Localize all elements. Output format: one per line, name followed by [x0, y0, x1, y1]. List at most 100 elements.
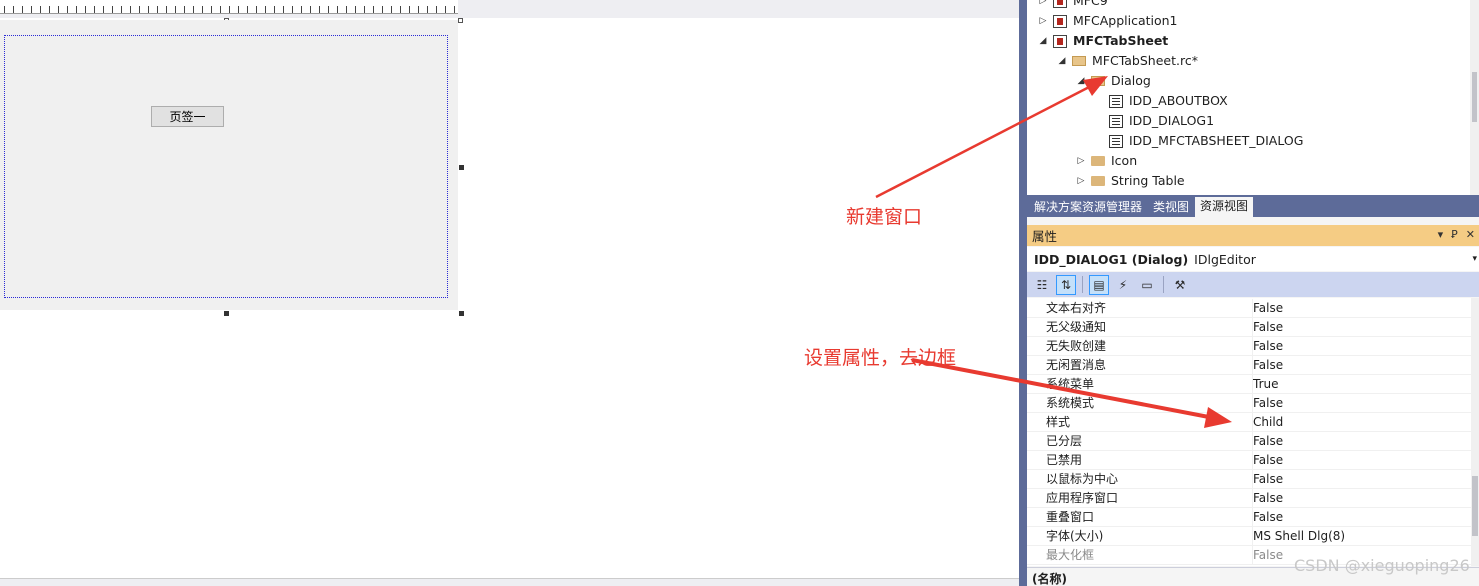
scrollbar-thumb[interactable] — [1472, 476, 1478, 536]
property-grid-scrollbar[interactable] — [1471, 298, 1479, 566]
property-name: 最大化框 — [1046, 548, 1095, 562]
property-row[interactable]: 系统模式 False — [1027, 394, 1471, 413]
object-selector[interactable]: IDD_DIALOG1 (Dialog) IDlgEditor ▾ — [1027, 247, 1479, 271]
property-name: 系统模式 — [1046, 396, 1095, 410]
dialog-resource-icon — [1109, 94, 1123, 108]
tree-item-mfctabsheet[interactable]: ◢ MFCTabSheet — [1037, 31, 1169, 51]
collapse-arrow-icon[interactable]: ◢ — [1056, 51, 1068, 71]
property-row[interactable]: 无父级通知 False — [1027, 318, 1471, 337]
property-row[interactable]: 无闲置消息 False — [1027, 356, 1471, 375]
events-icon[interactable]: ⚡ — [1113, 275, 1133, 295]
property-value[interactable]: False — [1252, 356, 1283, 375]
tree-item-label: Icon — [1111, 153, 1138, 168]
watermark: CSDN @xieguoping26 — [1294, 556, 1470, 575]
property-value[interactable]: False — [1252, 451, 1283, 470]
property-name: 无父级通知 — [1046, 320, 1107, 334]
tree-item-label: IDD_ABOUTBOX — [1129, 93, 1228, 108]
property-value[interactable]: True — [1252, 375, 1279, 394]
editor-bottom-bar — [0, 578, 1019, 586]
tab-resource-view[interactable]: 资源视图 — [1195, 197, 1254, 217]
properties-icon[interactable]: ▤ — [1089, 274, 1109, 295]
tree-item-string-table[interactable]: ▷ String Table — [1075, 171, 1185, 191]
resize-handle-top-right[interactable] — [458, 18, 463, 23]
property-value[interactable]: False — [1252, 508, 1283, 527]
pin-icon[interactable]: Ꝑ — [1451, 228, 1458, 241]
tab-page-one-button[interactable]: 页签一 — [151, 106, 224, 127]
expand-arrow-icon[interactable]: ▷ — [1037, 0, 1049, 11]
property-row[interactable]: 文本右对齐 False — [1027, 299, 1471, 318]
tree-item-label: IDD_MFCTABSHEET_DIALOG — [1129, 133, 1304, 148]
property-name: 无闲置消息 — [1046, 358, 1107, 372]
property-value[interactable]: False — [1252, 432, 1283, 451]
tree-item-idd-mfctabsheet-dialog[interactable]: IDD_MFCTABSHEET_DIALOG — [1109, 131, 1303, 151]
property-row[interactable]: 已分层 False — [1027, 432, 1471, 451]
collapse-arrow-icon[interactable]: ◢ — [1075, 71, 1087, 91]
dialog-client-area[interactable]: 页签一 — [4, 35, 448, 298]
tree-item-label: MFCTabSheet.rc* — [1092, 53, 1198, 68]
collapse-arrow-icon[interactable]: ◢ — [1037, 31, 1049, 51]
tree-item-icon[interactable]: ▷ Icon — [1075, 151, 1138, 171]
tree-item-mfcapplication1[interactable]: ▷ MFCApplication1 — [1037, 11, 1178, 31]
property-row[interactable]: 以鼠标为中心 False — [1027, 470, 1471, 489]
horizontal-ruler — [0, 0, 458, 14]
expand-arrow-icon[interactable]: ▷ — [1075, 171, 1087, 191]
property-row[interactable]: 无失败创建 False — [1027, 337, 1471, 356]
property-row-style[interactable]: 样式 Child — [1027, 413, 1471, 432]
resize-handle-bottom[interactable] — [224, 311, 229, 316]
property-name: 文本右对齐 — [1046, 301, 1107, 315]
dock-splitter[interactable] — [1019, 0, 1027, 586]
tree-item-label: MFCApplication1 — [1073, 13, 1178, 28]
annotation-set-properties: 设置属性，去边框 — [804, 347, 957, 369]
property-name: 样式 — [1046, 415, 1071, 429]
tree-item-idd-dialog1[interactable]: IDD_DIALOG1 — [1109, 111, 1214, 131]
tree-scrollbar[interactable] — [1470, 0, 1479, 195]
tree-item-dialog[interactable]: ◢ Dialog — [1075, 71, 1151, 91]
wrench-icon[interactable]: ⚒ — [1170, 275, 1190, 295]
resize-handle-bottom-right[interactable] — [459, 311, 464, 316]
project-icon — [1053, 14, 1067, 28]
folder-icon — [1091, 176, 1105, 186]
property-row[interactable]: 重叠窗口 False — [1027, 508, 1471, 527]
property-value[interactable]: False — [1252, 470, 1283, 489]
property-name: 字体(大小) — [1046, 529, 1104, 543]
property-value[interactable]: False — [1252, 318, 1283, 337]
tree-item-idd-aboutbox[interactable]: IDD_ABOUTBOX — [1109, 91, 1228, 111]
tree-item-label: MFCTabSheet — [1073, 33, 1169, 48]
property-row[interactable]: 字体(大小) MS Shell Dlg(8) — [1027, 527, 1471, 546]
close-icon[interactable]: ✕ — [1466, 228, 1475, 241]
expand-arrow-icon[interactable]: ▷ — [1037, 11, 1049, 31]
folder-open-icon — [1091, 76, 1105, 86]
chevron-down-icon[interactable]: ▾ — [1472, 254, 1477, 264]
property-value[interactable]: False — [1252, 489, 1283, 508]
folder-icon — [1091, 156, 1105, 166]
property-value[interactable]: False — [1252, 337, 1283, 356]
object-name: IDD_DIALOG1 (Dialog) — [1034, 251, 1189, 267]
dock-tabbar: 解决方案资源管理器 类视图 资源视图 — [1027, 195, 1479, 217]
property-row[interactable]: 系统菜单 True — [1027, 375, 1471, 394]
property-value[interactable]: False — [1252, 394, 1283, 413]
folder-open-icon — [1072, 56, 1086, 66]
property-value[interactable]: Child — [1252, 413, 1283, 432]
property-row[interactable]: 应用程序窗口 False — [1027, 489, 1471, 508]
resize-handle-right[interactable] — [459, 165, 464, 170]
property-value[interactable]: MS Shell Dlg(8) — [1252, 527, 1345, 546]
messages-icon[interactable]: ▭ — [1137, 275, 1157, 295]
tree-item-label: MFC9 — [1073, 0, 1108, 8]
categorized-icon[interactable]: ☷ — [1032, 275, 1052, 295]
tree-item-mfc9[interactable]: ▷ MFC9 — [1037, 0, 1108, 11]
dropdown-icon[interactable]: ▾ — [1438, 228, 1444, 241]
properties-toolbar: ☷ ⇅ ▤ ⚡ ▭ ⚒ — [1027, 272, 1479, 297]
expand-arrow-icon[interactable]: ▷ — [1075, 151, 1087, 171]
property-name: 系统菜单 — [1046, 377, 1095, 391]
tree-item-label: IDD_DIALOG1 — [1129, 113, 1215, 128]
property-value[interactable]: False — [1252, 299, 1283, 318]
property-row[interactable]: 已禁用 False — [1027, 451, 1471, 470]
alphabetical-icon[interactable]: ⇅ — [1056, 274, 1076, 295]
annotation-new-window: 新建窗口 — [846, 206, 923, 228]
scrollbar-thumb[interactable] — [1472, 72, 1477, 122]
tree-item-rc-file[interactable]: ◢ MFCTabSheet.rc* — [1056, 51, 1198, 71]
tab-class-view[interactable]: 类视图 — [1148, 198, 1194, 217]
property-value[interactable]: False — [1252, 546, 1283, 565]
panel-title: 属性 — [1032, 229, 1058, 244]
tab-solution-explorer[interactable]: 解决方案资源管理器 — [1029, 198, 1147, 217]
